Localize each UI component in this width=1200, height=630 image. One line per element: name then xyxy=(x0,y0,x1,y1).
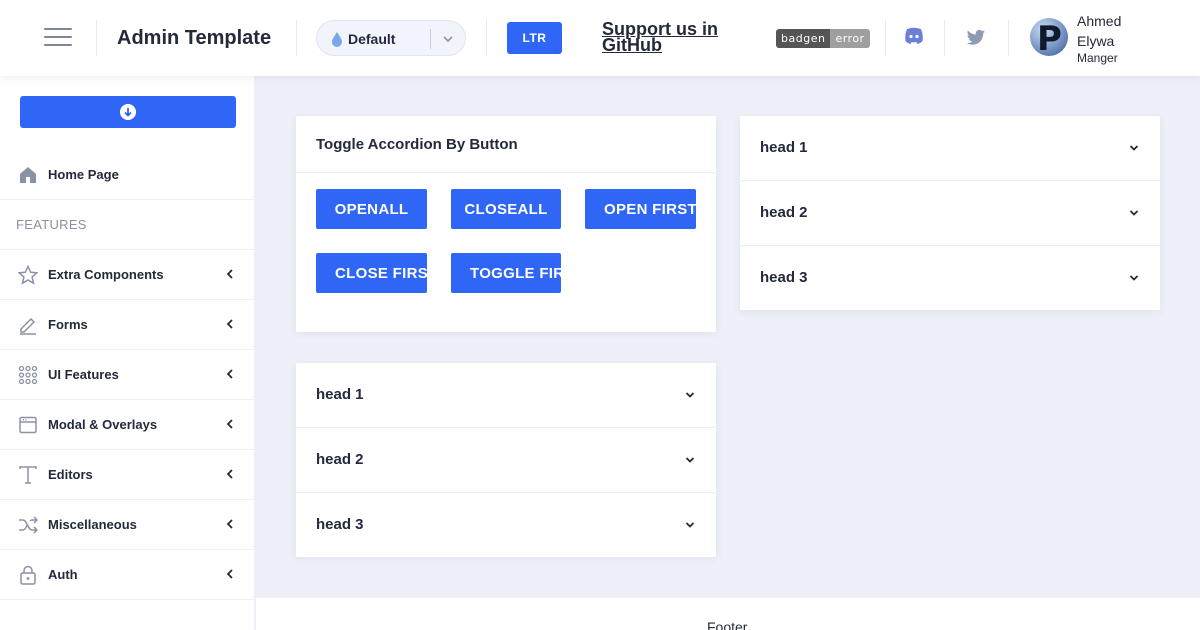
app-title: Admin Template xyxy=(117,27,272,49)
sidebar-item-editors[interactable]: Editors xyxy=(0,450,256,500)
close-all-button[interactable]: CLOSEALL xyxy=(451,189,561,229)
accordion-header: head 1 xyxy=(316,386,364,403)
accordion-item-head-2[interactable]: head 2 xyxy=(740,181,1160,246)
chevron-left-icon xyxy=(226,569,233,579)
header-divider xyxy=(296,20,297,56)
sidebar-item-forms[interactable]: Forms xyxy=(0,300,256,350)
accordion-header: head 1 xyxy=(760,139,808,156)
window-icon xyxy=(19,416,37,434)
home-icon xyxy=(20,167,36,183)
sidebar: Home Page FEATURES Extra Components Form… xyxy=(0,76,256,630)
text-icon xyxy=(19,466,37,484)
droplet-icon xyxy=(332,32,342,47)
sidebar-item-label: Miscellaneous xyxy=(48,517,137,532)
chevron-left-icon xyxy=(226,269,233,279)
chevron-left-icon xyxy=(226,419,233,429)
user-role: Manger xyxy=(1077,51,1118,65)
sidebar-item-label: Auth xyxy=(48,567,78,582)
chevron-left-icon xyxy=(226,369,233,379)
sidebar-item-home[interactable]: Home Page xyxy=(0,150,256,200)
header-divider xyxy=(885,20,886,56)
accordion-item-head-1[interactable]: head 1 xyxy=(296,363,716,428)
page-footer: Footer xyxy=(256,598,1200,630)
sidebar-item-modal-overlays[interactable]: Modal & Overlays xyxy=(0,400,256,450)
star-icon xyxy=(18,265,38,285)
accordion-header: head 3 xyxy=(760,269,808,286)
badge-value: error xyxy=(830,29,870,48)
open-all-button[interactable]: OPENALL xyxy=(316,189,427,229)
accordion-item-head-3[interactable]: head 3 xyxy=(296,493,716,558)
chevron-down-icon xyxy=(443,36,453,43)
sidebar-section-label: FEATURES xyxy=(16,217,87,232)
sidebar-item-label: Extra Components xyxy=(48,267,164,282)
pencil-icon xyxy=(20,317,36,335)
accordion-header: head 2 xyxy=(760,204,808,221)
direction-toggle-button[interactable]: LTR xyxy=(507,22,562,54)
badge-label: badgen xyxy=(776,29,831,48)
support-github-link[interactable]: Support us in GitHub xyxy=(602,20,742,54)
sidebar-item-label: Modal & Overlays xyxy=(48,417,158,432)
chevron-down-icon xyxy=(685,392,695,398)
shuffle-icon xyxy=(19,516,38,534)
accordion-item-head-1[interactable]: head 1 xyxy=(740,116,1160,181)
top-header: Admin Template Default LTR Support us in… xyxy=(0,0,1200,76)
sidebar-item-label: UI Features xyxy=(48,367,119,382)
accordion-header: head 2 xyxy=(316,451,364,468)
sidebar-collapse-button[interactable] xyxy=(20,96,236,128)
lock-icon xyxy=(20,565,36,585)
sidebar-item-label: Forms xyxy=(48,317,88,332)
toggle-accordion-card: Toggle Accordion By Button OPENALL CLOSE… xyxy=(296,116,716,332)
chevron-left-icon xyxy=(226,469,233,479)
sidebar-item-miscellaneous[interactable]: Miscellaneous xyxy=(0,500,256,550)
chevron-down-icon xyxy=(685,522,695,528)
accordion-item-head-2[interactable]: head 2 xyxy=(296,428,716,493)
menu-toggle-icon[interactable] xyxy=(44,28,72,48)
chevron-left-icon xyxy=(226,319,233,329)
header-divider xyxy=(1008,20,1009,56)
status-badge: badgen error xyxy=(776,29,870,48)
sidebar-item-label: Editors xyxy=(48,467,93,482)
header-divider xyxy=(486,20,487,56)
toggle-first-button[interactable]: TOGGLE FIRST xyxy=(451,253,561,293)
card-title: Toggle Accordion By Button xyxy=(316,136,518,153)
grid-dots-icon xyxy=(18,365,38,385)
accordion-item-head-3[interactable]: head 3 xyxy=(740,246,1160,311)
chevron-down-icon xyxy=(1129,210,1139,216)
accordion-left: head 1 head 2 head 3 xyxy=(296,363,716,557)
chevron-down-icon xyxy=(1129,145,1139,151)
user-avatar[interactable]: P xyxy=(1030,18,1068,56)
discord-icon[interactable] xyxy=(904,27,924,45)
open-first-button[interactable]: OPEN FIRST xyxy=(585,189,696,229)
accordion-right: head 1 head 2 head 3 xyxy=(740,116,1160,310)
sidebar-item-extra-components[interactable]: Extra Components xyxy=(0,250,256,300)
close-first-button[interactable]: CLOSE FIRST xyxy=(316,253,427,293)
accordion-header: head 3 xyxy=(316,516,364,533)
header-divider xyxy=(944,20,945,56)
chevron-left-icon xyxy=(226,519,233,529)
sidebar-item-auth[interactable]: Auth xyxy=(0,550,256,600)
header-divider xyxy=(96,20,97,56)
sidebar-item-label: Home Page xyxy=(48,167,119,182)
chevron-down-icon xyxy=(685,457,695,463)
twitter-icon[interactable] xyxy=(966,29,986,47)
theme-select[interactable]: Default xyxy=(316,20,466,56)
user-name: Ahmed Elywa xyxy=(1077,13,1122,49)
theme-select-value: Default xyxy=(348,31,396,47)
sidebar-item-ui-features[interactable]: UI Features xyxy=(0,350,256,400)
footer-text: Footer xyxy=(707,619,748,630)
arrow-down-circle-icon xyxy=(120,104,136,120)
chevron-down-icon xyxy=(1129,275,1139,281)
